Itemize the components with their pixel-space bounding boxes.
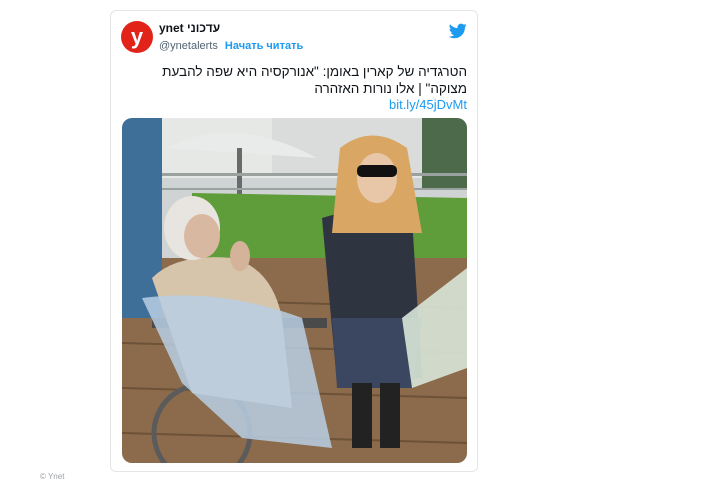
display-name[interactable]: ynet עדכוני [159,21,303,36]
tweet-header: y ynet עדכוני @ynetalerts Начать читать [121,19,467,63]
tweet-link[interactable]: bit.ly/45jDvMt [389,97,467,112]
avatar[interactable]: y [121,21,153,53]
tweet-photo-image [122,118,467,463]
follow-link[interactable]: Начать читать [225,40,303,52]
user-block: ynet עדכוני @ynetalerts Начать читать [159,21,303,54]
tweet-text: הטרגדיה של קארין באומן: "אנורקסיה היא שפ… [162,64,467,96]
handle-row: @ynetalerts Начать читать [159,38,303,54]
user-handle[interactable]: @ynetalerts [159,40,218,52]
twitter-bird-icon[interactable] [449,23,467,39]
tweet-card: y ynet עדכוני @ynetalerts Начать читать … [110,10,478,472]
tweet-photo[interactable] [122,118,467,463]
